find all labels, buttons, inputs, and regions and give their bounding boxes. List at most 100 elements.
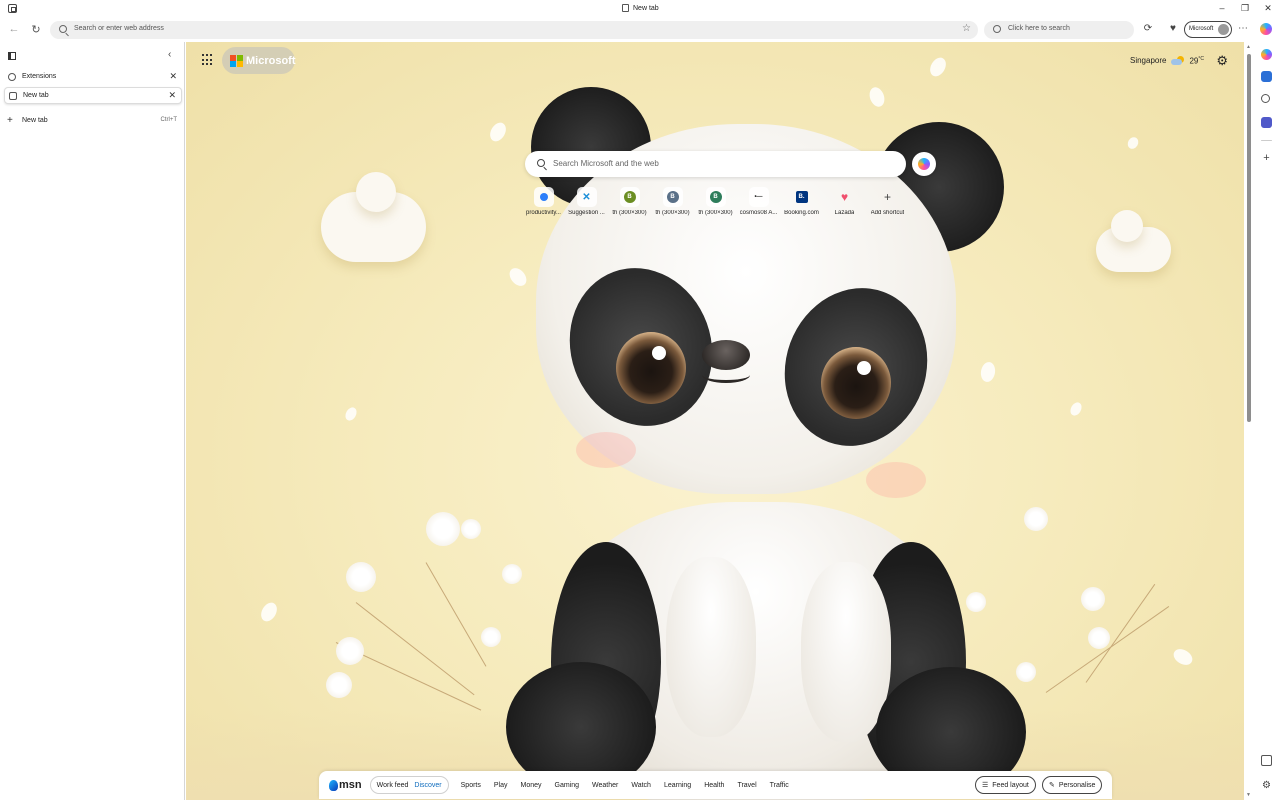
shortcut-productivity[interactable]: productivity... [522, 187, 565, 216]
new-tab-label: New tab [22, 116, 48, 124]
title-bar: New tab – ❐ ✕ [0, 0, 1280, 18]
scrollbar-thumb[interactable] [1247, 54, 1251, 422]
microsoft-logo-button[interactable]: Microsoft [222, 47, 296, 74]
translator-icon[interactable] [1261, 71, 1272, 82]
address-bar[interactable]: Search or enter web address ☆ [50, 21, 978, 39]
close-tab-icon[interactable]: ✕ [168, 90, 176, 101]
cloud-right-puff [1111, 210, 1143, 242]
weather-temp: 29°C [1189, 56, 1204, 66]
copilot-button[interactable] [912, 152, 936, 176]
window-title-text: New tab [633, 4, 659, 12]
shortcut-label: th (300×300) [698, 210, 733, 216]
panda-hand-left [666, 557, 756, 737]
shortcut-tile: B [705, 187, 726, 207]
minimize-button[interactable]: – [1215, 3, 1229, 13]
refresh-button[interactable]: ↻ [29, 23, 43, 36]
new-tab-button[interactable]: + New tab Ctrl+T [4, 113, 182, 127]
scroll-up-icon[interactable]: ▲ [1246, 44, 1251, 50]
petal [257, 599, 281, 625]
collapse-pane-icon[interactable]: ‹ [168, 49, 171, 60]
sidebar-settings-icon[interactable]: ⚙ [1261, 780, 1272, 791]
search-icon[interactable] [1261, 94, 1270, 103]
back-button[interactable]: ← [7, 23, 21, 35]
copilot-icon[interactable] [1260, 23, 1272, 35]
weather-widget[interactable]: Singapore 29°C [1130, 56, 1204, 66]
shortcut-label: Lazada [834, 210, 855, 216]
shortcut-th-1[interactable]: B th (300×300) [608, 187, 651, 216]
shortcut-tile: B. [792, 187, 812, 207]
category-health[interactable]: Health [704, 782, 724, 789]
shortcut-label: Add shortcut [870, 210, 905, 216]
flower [336, 637, 364, 665]
web-search-placeholder: Search Microsoft and the web [553, 159, 659, 168]
shortcut-cosmos[interactable]: •— cosmos08 A... [737, 187, 780, 216]
shortcut-tile: + [878, 187, 898, 207]
petal [1068, 400, 1084, 418]
shortcut-tile: ✕ [576, 187, 597, 207]
page-icon [622, 4, 629, 12]
close-window-button[interactable]: ✕ [1261, 3, 1275, 14]
shortcut-booking[interactable]: B. Booking.com [780, 187, 823, 216]
category-watch[interactable]: Watch [631, 782, 651, 789]
flower [1024, 507, 1048, 531]
browser-essentials-icon[interactable]: ♥ [1166, 23, 1180, 34]
shortcut-tile [533, 187, 554, 207]
tab-new-tab[interactable]: New tab ✕ [4, 87, 182, 104]
shortcut-suggestion[interactable]: ✕ Suggestion ... [565, 187, 608, 216]
side-search-box[interactable]: Click here to search [984, 21, 1134, 39]
vertical-tabs-pane: ‹ Extensions ✕ New tab ✕ + New tab Ctrl+… [0, 42, 185, 800]
personalise-button[interactable]: ✎ Personalise [1042, 776, 1103, 794]
flower [1088, 627, 1110, 649]
shortcut-th-2[interactable]: B th (300×300) [651, 187, 694, 216]
more-menu-icon[interactable]: ⋯ [1236, 23, 1250, 34]
category-weather[interactable]: Weather [592, 782, 618, 789]
scroll-down-icon[interactable]: ▼ [1246, 792, 1251, 798]
tab-label: New tab [23, 92, 49, 99]
restore-button[interactable]: ❐ [1238, 3, 1252, 14]
address-placeholder: Search or enter web address [74, 25, 164, 32]
msn-logo[interactable]: msn [329, 779, 362, 791]
browser-toolbar: ← ↻ Search or enter web address ☆ Click … [0, 18, 1280, 42]
network-icon: ✕ [582, 191, 591, 203]
shortcut-tile: •— [748, 187, 769, 207]
add-shortcut-button[interactable]: + Add shortcut [866, 187, 909, 216]
window-title: New tab [622, 4, 659, 12]
flower [326, 672, 352, 698]
workspaces-icon[interactable] [8, 4, 17, 13]
teams-icon[interactable] [1261, 117, 1272, 128]
discover-tab[interactable]: Discover [411, 782, 444, 789]
copilot-icon[interactable] [1261, 49, 1272, 60]
brand-label: Microsoft [246, 54, 296, 67]
favorite-star-icon[interactable]: ☆ [962, 23, 971, 34]
shortcut-tile: ♥ [835, 187, 855, 207]
tab-extensions[interactable]: Extensions ✕ [4, 68, 182, 85]
shortcut-lazada[interactable]: ♥ Lazada [823, 187, 866, 216]
feed-layout-button[interactable]: ☰ Feed layout [975, 776, 1036, 794]
category-play[interactable]: Play [494, 782, 508, 789]
add-sidebar-app-icon[interactable]: + [1261, 153, 1272, 164]
app-launcher-icon[interactable] [202, 54, 214, 66]
category-learning[interactable]: Learning [664, 782, 691, 789]
search-icon [993, 25, 1001, 33]
page-settings-icon[interactable]: ⚙ [1216, 53, 1228, 69]
category-travel[interactable]: Travel [737, 782, 756, 789]
b-letter-icon: B [666, 191, 679, 203]
extensions-icon[interactable]: ⟳ [1141, 23, 1155, 34]
category-gaming[interactable]: Gaming [555, 782, 580, 789]
hide-sidebar-icon[interactable] [1261, 755, 1272, 766]
profile-button[interactable]: Microsoft [1184, 21, 1232, 38]
category-traffic[interactable]: Traffic [770, 782, 789, 789]
shortcut-tile: B [619, 187, 640, 207]
close-tab-icon[interactable]: ✕ [169, 71, 177, 82]
work-feed-tab[interactable]: Work feed [374, 782, 412, 789]
side-search-placeholder: Click here to search [1008, 25, 1070, 32]
blue-dot-icon [539, 193, 548, 201]
page-scrollbar[interactable]: ▲ ▼ [1245, 42, 1253, 800]
category-sports[interactable]: Sports [461, 782, 481, 789]
shortcut-th-3[interactable]: B th (300×300) [694, 187, 737, 216]
petal [1170, 645, 1196, 669]
search-icon [59, 25, 67, 33]
category-money[interactable]: Money [521, 782, 542, 789]
tab-actions-icon[interactable] [8, 52, 16, 60]
web-search-box[interactable]: Search Microsoft and the web [525, 151, 906, 177]
